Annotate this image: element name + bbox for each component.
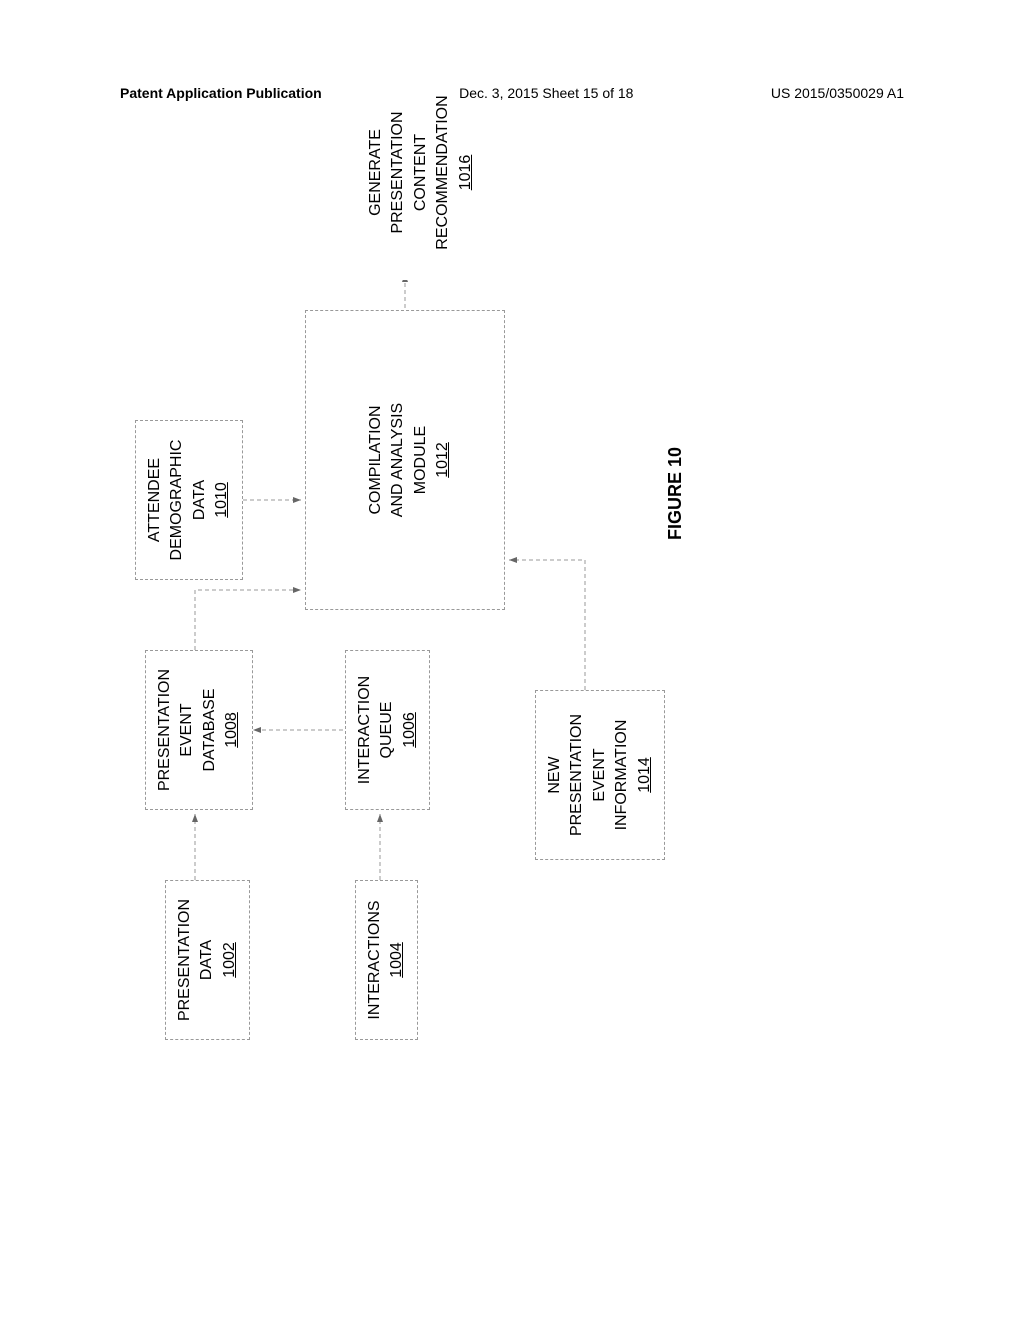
node-new-event-info: NEW PRESENTATION EVENT INFORMATION 1014 [535,690,665,860]
node-ref: 1016 [455,75,477,270]
node-ref: 1014 [634,703,656,847]
header-left-text: Patent Application Publication [120,85,322,101]
node-label: DATA [189,433,211,567]
node-ref: 1004 [386,893,408,1027]
node-label: MODULE [410,390,432,530]
node-label: PRESENTATION [154,663,176,797]
node-ref: 1012 [432,390,454,530]
node-compilation-label: COMPILATION AND ANALYSIS MODULE 1012 [365,390,455,530]
node-label: DATABASE [199,663,221,797]
node-label: QUEUE [376,663,398,797]
figure-diagram: PRESENTATION DATA 1002 PRESENTATION EVEN… [85,280,945,1060]
node-ref: 1002 [219,893,241,1027]
header-center-text: Dec. 3, 2015 Sheet 15 of 18 [459,85,633,101]
node-label: CONTENT [410,75,432,270]
node-label: INFORMATION [611,703,633,847]
node-ref: 1008 [221,663,243,797]
node-presentation-event-db: PRESENTATION EVENT DATABASE 1008 [145,650,253,810]
node-label: GENERATE [365,75,387,270]
node-label: PRESENTATION [174,893,196,1027]
node-generate-recommendation: GENERATE PRESENTATION CONTENT RECOMMENDA… [365,75,477,270]
node-attendee-demo: ATTENDEE DEMOGRAPHIC DATA 1010 [135,420,243,580]
figure-caption: FIGURE 10 [665,447,686,540]
node-label: RECOMMENDATION [432,75,454,270]
node-presentation-data: PRESENTATION DATA 1002 [165,880,250,1040]
node-label: NEW [544,703,566,847]
node-label: AND ANALYSIS [387,390,409,530]
node-label: DEMOGRAPHIC [166,433,188,567]
node-label: DATA [196,893,218,1027]
node-interactions: INTERACTIONS 1004 [355,880,418,1040]
node-label: PRESENTATION [566,703,588,847]
node-label: PRESENTATION [387,75,409,270]
node-label: INTERACTION [354,663,376,797]
node-interaction-queue: INTERACTION QUEUE 1006 [345,650,430,810]
node-label: INTERACTIONS [364,893,386,1027]
node-label: EVENT [176,663,198,797]
node-ref: 1006 [399,663,421,797]
node-label: COMPILATION [365,390,387,530]
node-label: ATTENDEE [144,433,166,567]
page-header: Patent Application Publication Dec. 3, 2… [0,85,1024,101]
node-ref: 1010 [211,433,233,567]
node-label: EVENT [589,703,611,847]
header-right-text: US 2015/0350029 A1 [771,85,904,101]
